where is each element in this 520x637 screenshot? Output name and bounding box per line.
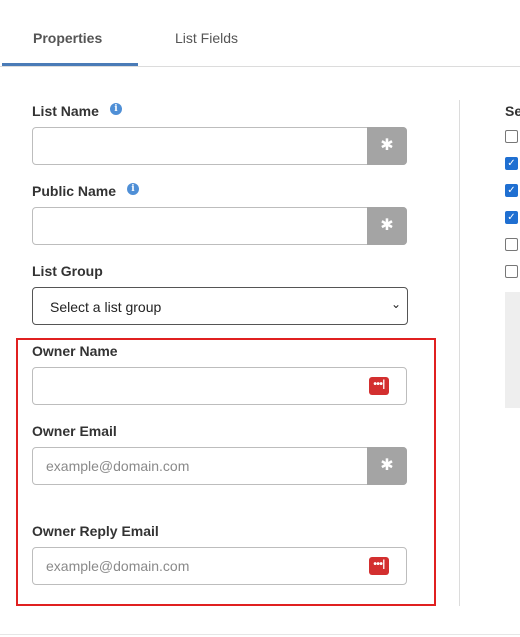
checkbox[interactable]: ✓ <box>505 157 518 170</box>
checkbox[interactable] <box>505 130 518 143</box>
public-name-field: ✱ <box>32 207 407 245</box>
checkbox[interactable] <box>505 238 518 251</box>
owner-email-label: Owner Email <box>32 423 117 439</box>
required-addon: ✱ <box>367 447 407 485</box>
tab-bar: Properties List Fields <box>0 0 520 67</box>
checkbox[interactable]: ✓ <box>505 211 518 224</box>
list-group-label: List Group <box>32 263 103 279</box>
list-name-input[interactable] <box>33 128 368 164</box>
tab-list-fields[interactable]: List Fields <box>175 30 238 46</box>
owner-email-field: ✱ <box>32 447 407 485</box>
owner-reply-email-label: Owner Reply Email <box>32 523 159 539</box>
password-manager-icon[interactable]: •••| <box>369 377 389 395</box>
list-group-select[interactable]: Select a list group ⌄ <box>32 287 408 325</box>
owner-name-input[interactable] <box>33 368 368 404</box>
right-column-heading: Se <box>505 103 520 119</box>
checkbox[interactable] <box>505 265 518 278</box>
required-addon: ✱ <box>367 207 407 245</box>
right-panel <box>505 292 520 408</box>
list-name-field: ✱ <box>32 127 407 165</box>
checkbox[interactable]: ✓ <box>505 184 518 197</box>
owner-reply-email-input[interactable] <box>33 548 368 584</box>
info-icon[interactable]: i <box>110 103 122 115</box>
bottom-border <box>0 634 520 635</box>
owner-name-field: •••| <box>32 367 407 405</box>
asterisk-icon: ✱ <box>380 137 394 154</box>
password-manager-icon[interactable]: •••| <box>369 557 389 575</box>
owner-reply-email-field: •••| <box>32 547 407 585</box>
public-name-input[interactable] <box>33 208 368 244</box>
required-addon: ✱ <box>367 127 407 165</box>
owner-email-input[interactable] <box>33 448 368 484</box>
list-group-selected-value: Select a list group <box>50 299 162 315</box>
asterisk-icon: ✱ <box>380 217 394 234</box>
chevron-down-icon: ⌄ <box>390 297 401 311</box>
public-name-label: Public Name <box>32 183 117 199</box>
column-divider <box>459 100 460 606</box>
active-tab-indicator <box>2 63 138 66</box>
list-name-label: List Name <box>32 103 99 119</box>
asterisk-icon: ✱ <box>380 457 394 474</box>
tab-properties[interactable]: Properties <box>33 30 102 46</box>
info-icon[interactable]: i <box>127 183 139 195</box>
owner-name-label: Owner Name <box>32 343 118 359</box>
